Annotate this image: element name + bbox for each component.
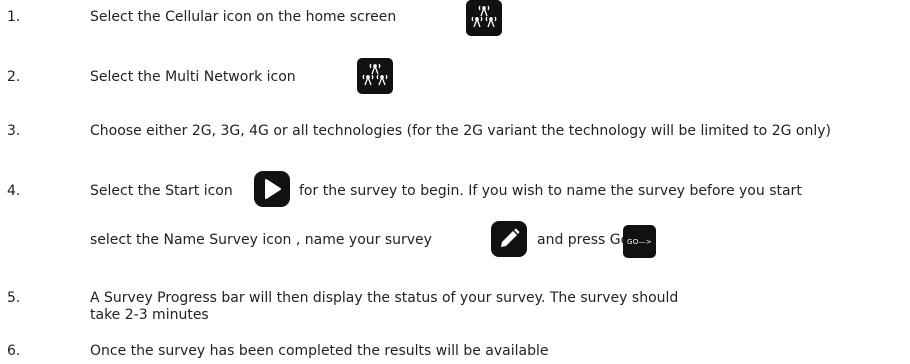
step-5-text: A Survey Progress bar will then display … xyxy=(90,290,679,323)
step-4-number: 4. xyxy=(7,183,21,199)
multi-network-icon xyxy=(357,58,393,94)
step-1-number: 1. xyxy=(7,9,21,25)
cellular-towers-icon xyxy=(466,0,502,36)
step-6-text: Once the survey has been completed the r… xyxy=(90,343,549,359)
step-4-text-part2: for the survey to begin. If you wish to … xyxy=(299,183,802,199)
step-2-number: 2. xyxy=(7,69,21,85)
play-icon xyxy=(254,171,290,207)
step-3-text: Choose either 2G, 3G, 4G or all technolo… xyxy=(90,123,831,139)
step-6-number: 6. xyxy=(7,343,21,359)
step-4-text-part3: select the Name Survey icon , name your … xyxy=(90,232,432,248)
pencil-icon xyxy=(491,221,527,257)
step-3-number: 3. xyxy=(7,123,21,139)
step-4-text-part4: and press Go xyxy=(537,232,630,248)
step-2-text: Select the Multi Network icon xyxy=(90,69,296,85)
step-4-text-part1: Select the Start icon xyxy=(90,183,233,199)
go-arrow-icon: GO—> xyxy=(623,225,656,258)
step-5-number: 5. xyxy=(7,290,21,306)
step-1-text: Select the Cellular icon on the home scr… xyxy=(90,9,397,25)
